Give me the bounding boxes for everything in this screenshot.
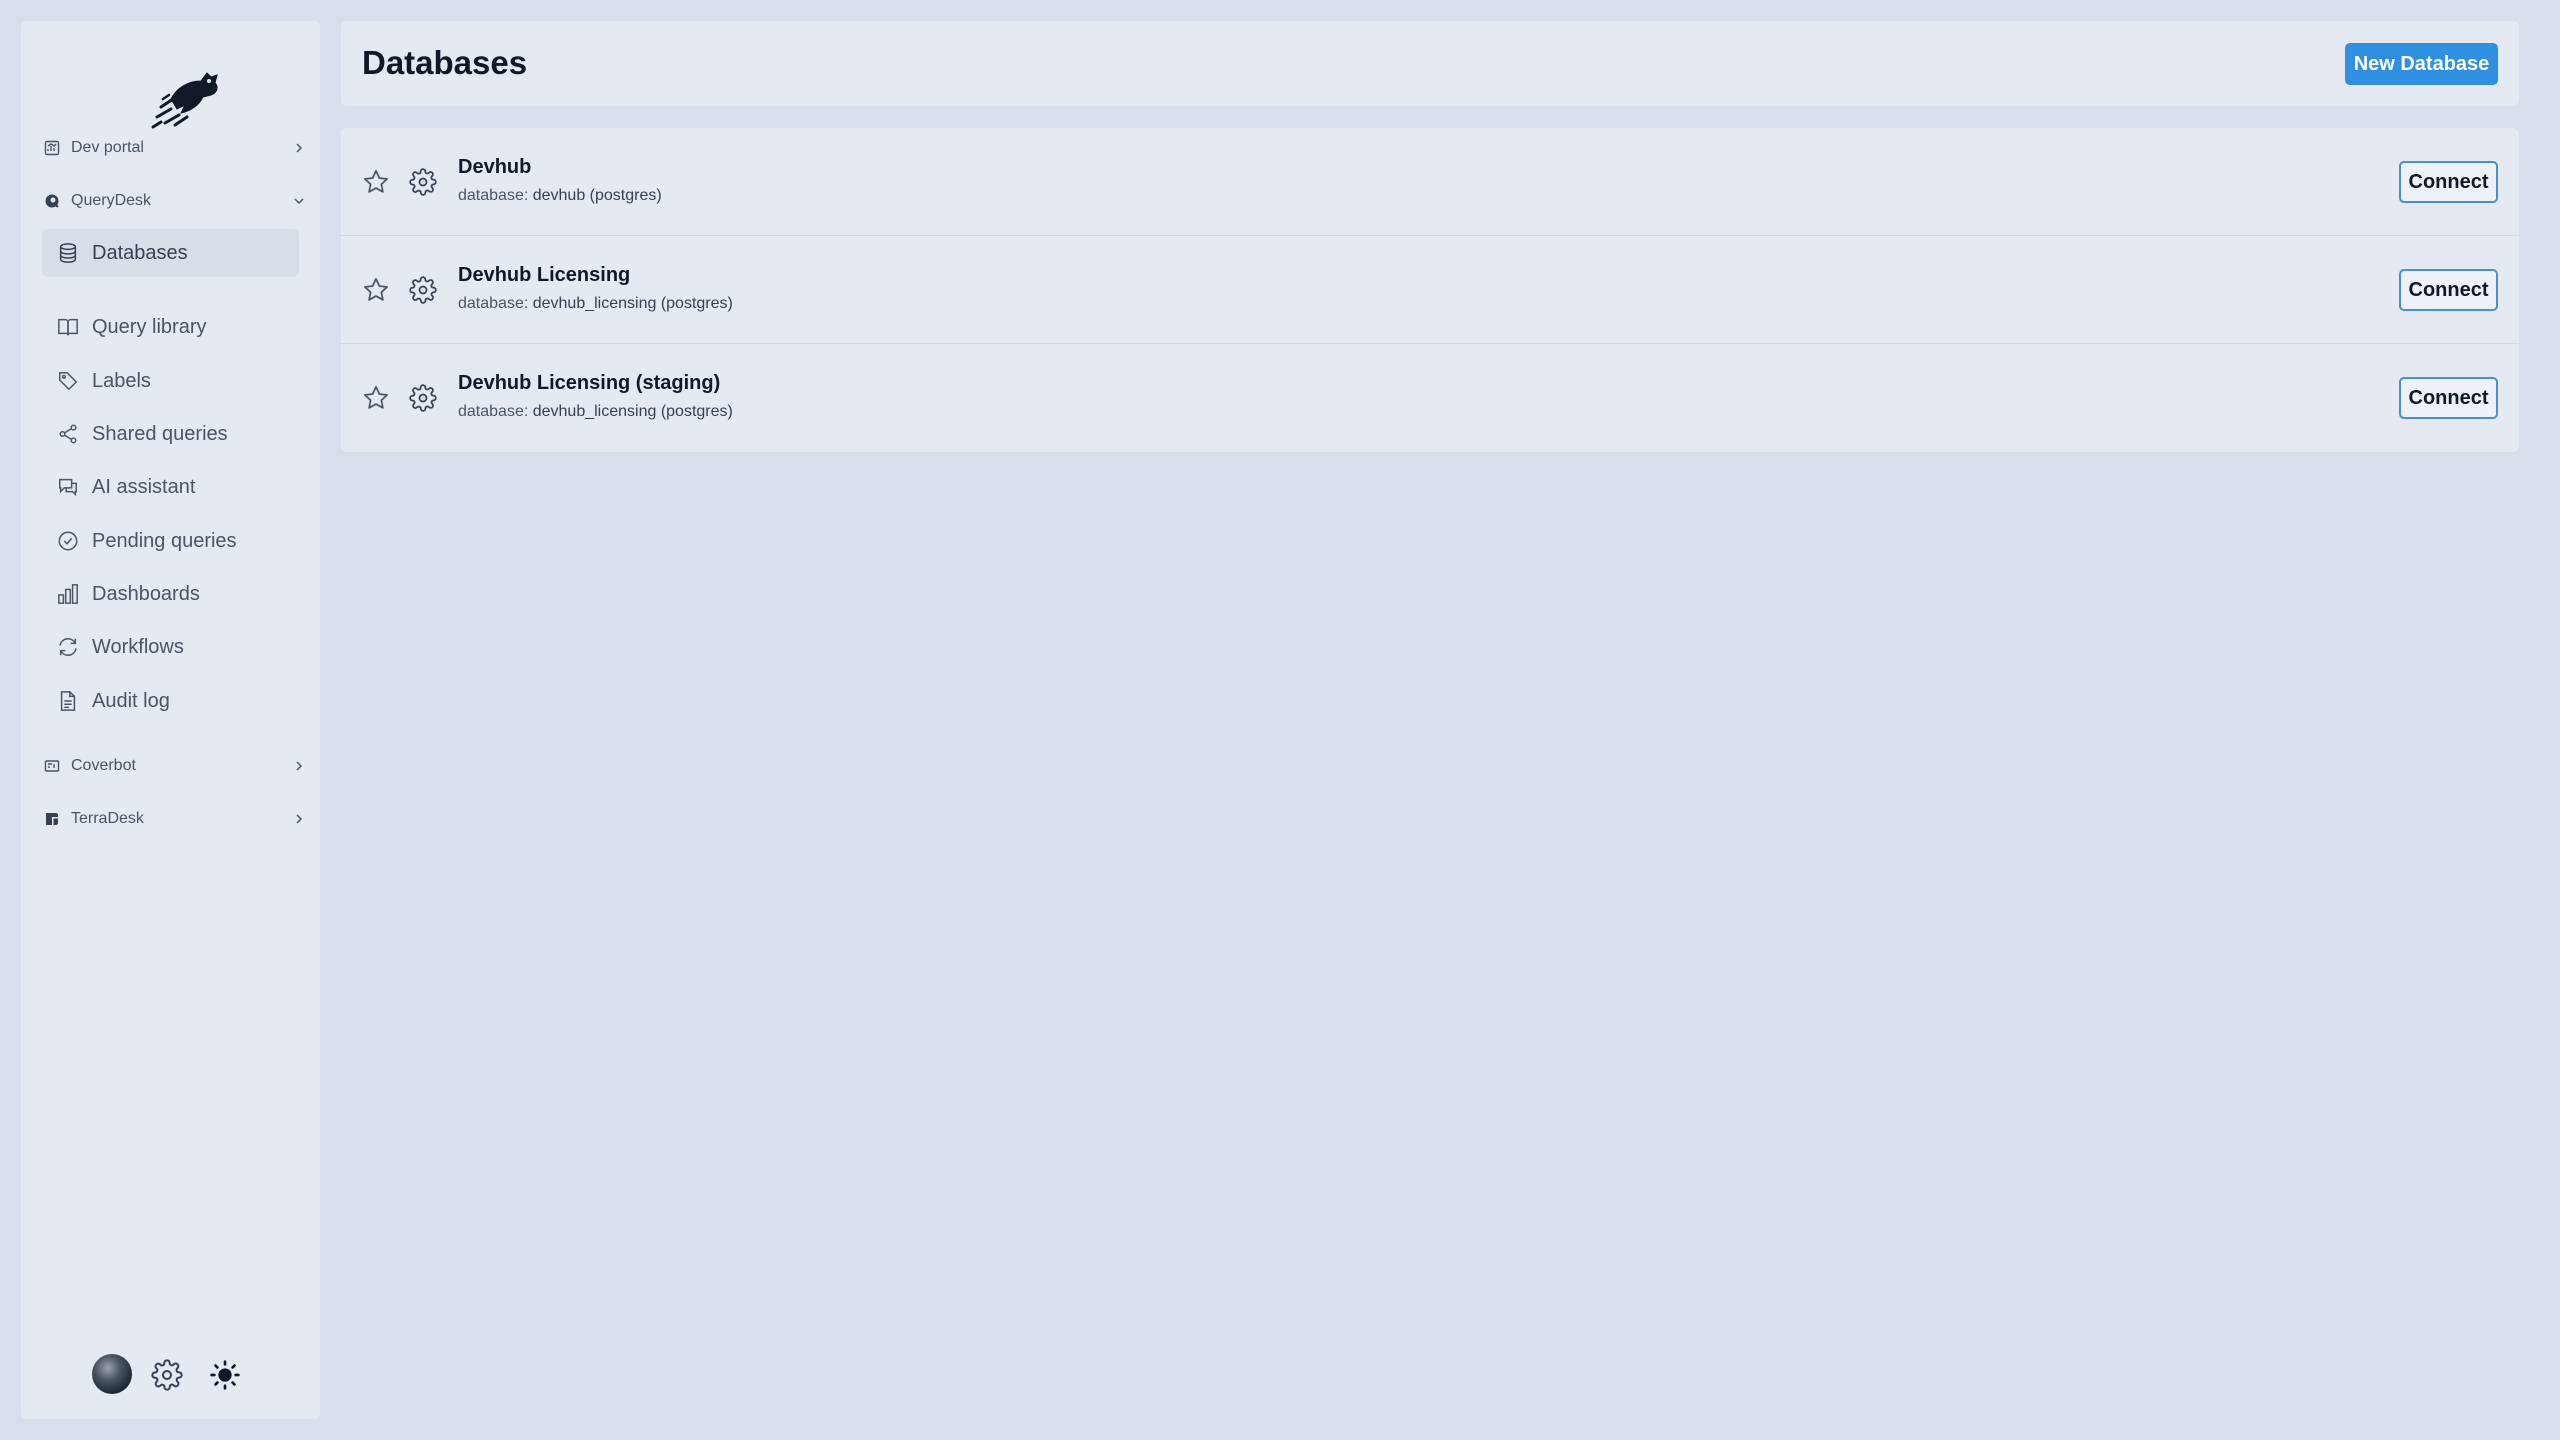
chevron-down-icon <box>294 198 304 205</box>
gear-icon[interactable] <box>409 168 437 196</box>
chart-square-icon <box>43 139 61 157</box>
database-list: Devhub database: devhub (postgres) Conne… <box>341 128 2519 452</box>
database-icon <box>56 241 80 265</box>
database-description: database: devhub (postgres) <box>458 187 662 204</box>
sidebar-item-label: Databases <box>92 241 188 264</box>
sidebar-item-label: Pending queries <box>92 529 237 552</box>
section-label: Coverbot <box>71 757 136 774</box>
database-name: Devhub Licensing <box>458 264 631 286</box>
page-title: Databases <box>362 44 528 81</box>
sidebar-item-shared-queries[interactable]: Shared queries <box>42 410 299 458</box>
new-database-button[interactable]: New Database <box>2345 43 2498 85</box>
sidebar-item-dashboards[interactable]: Dashboards <box>42 570 299 618</box>
chevron-right-icon <box>296 143 303 153</box>
connect-button[interactable]: Connect <box>2399 161 2498 203</box>
sidebar-item-label: Shared queries <box>92 422 228 445</box>
sidebar-item-workflows[interactable]: Workflows <box>42 623 299 671</box>
star-icon[interactable] <box>362 384 390 412</box>
document-icon <box>56 689 80 713</box>
sun-icon[interactable] <box>209 1359 241 1391</box>
check-circle-icon <box>56 529 80 553</box>
tag-icon <box>56 369 80 393</box>
sidebar-item-label: Workflows <box>92 635 184 658</box>
gear-icon[interactable] <box>409 384 437 412</box>
section-dev-portal[interactable]: Dev portal <box>43 130 315 166</box>
database-name: Devhub Licensing (staging) <box>458 372 721 394</box>
sidebar-item-audit-log[interactable]: Audit log <box>42 677 299 725</box>
gear-icon[interactable] <box>409 276 437 304</box>
avatar[interactable] <box>92 1354 132 1394</box>
share-icon <box>56 422 80 446</box>
database-description: database: devhub_licensing (postgres) <box>458 403 733 420</box>
sidebar-item-labels[interactable]: Labels <box>42 357 299 405</box>
database-description: database: devhub_licensing (postgres) <box>458 295 733 312</box>
refresh-icon <box>56 635 80 659</box>
chevron-right-icon <box>296 761 303 771</box>
star-icon[interactable] <box>362 168 390 196</box>
sidebar-item-databases[interactable]: Databases <box>42 229 299 277</box>
connect-button[interactable]: Connect <box>2399 269 2498 311</box>
querydesk-logo-icon <box>43 192 61 210</box>
section-querydesk[interactable]: QueryDesk <box>43 183 315 219</box>
section-label: Dev portal <box>71 139 144 156</box>
sidebar-item-label: Labels <box>92 369 151 392</box>
sidebar: Dev portal QueryDesk Databases Query lib… <box>21 21 320 1419</box>
bar-chart-icon <box>56 582 80 606</box>
coverbot-icon <box>43 757 61 775</box>
sidebar-item-query-library[interactable]: Query library <box>42 303 299 351</box>
section-terradesk[interactable]: TerraDesk <box>43 801 315 837</box>
database-name: Devhub <box>458 156 532 178</box>
section-label: QueryDesk <box>71 192 152 209</box>
sidebar-item-label: AI assistant <box>92 475 196 498</box>
page-header: Databases New Database <box>341 21 2519 106</box>
list-item: Devhub database: devhub (postgres) Conne… <box>341 128 2519 236</box>
app-logo-icon[interactable] <box>151 59 231 131</box>
section-label: TerraDesk <box>71 810 144 827</box>
star-icon[interactable] <box>362 276 390 304</box>
sidebar-item-ai-assistant[interactable]: AI assistant <box>42 463 299 511</box>
gear-icon[interactable] <box>151 1359 183 1391</box>
list-item: Devhub Licensing database: devhub_licens… <box>341 236 2519 344</box>
chevron-right-icon <box>296 814 303 824</box>
sidebar-item-pending-queries[interactable]: Pending queries <box>42 517 299 565</box>
terradesk-icon <box>43 810 61 828</box>
connect-button[interactable]: Connect <box>2399 377 2498 419</box>
sidebar-item-label: Audit log <box>92 689 170 712</box>
sidebar-item-label: Query library <box>92 315 207 338</box>
chat-icon <box>56 475 80 499</box>
book-icon <box>56 315 80 339</box>
list-item: Devhub Licensing (staging) database: dev… <box>341 344 2519 452</box>
sidebar-item-label: Dashboards <box>92 582 200 605</box>
sidebar-footer <box>21 1354 320 1394</box>
section-coverbot[interactable]: Coverbot <box>43 748 315 784</box>
